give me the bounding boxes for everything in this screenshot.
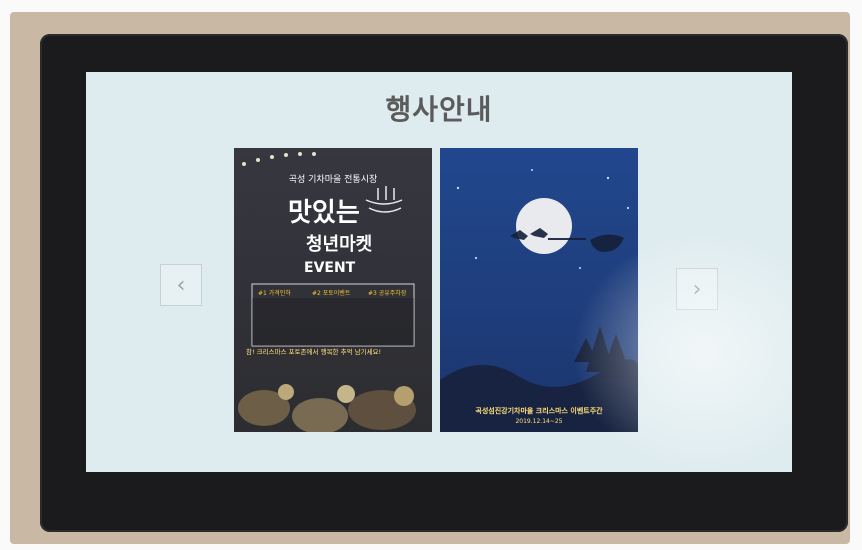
poster-christmas[interactable]: 곡성섬진강기차마을 크리스마스 이벤트주간 2019.12.14~25 (440, 148, 638, 432)
prev-button[interactable]: ‹ (160, 264, 202, 306)
poster-market-event-item-3: #3 공유주차장 (368, 290, 407, 297)
poster-market-top-text: 곡성 기차마을 전통시장 (288, 175, 378, 185)
poster-market-notice: 참! 크리스마스 포토존에서 행복한 추억 남기세요! (246, 348, 382, 356)
poster-market-headline-2: 청년마켓 (306, 234, 373, 255)
poster-market[interactable]: 곡성 기차마을 전통시장 맛있는 청년마켓 EVENT #1 가격인하 #2 포… (234, 148, 432, 432)
poster-christmas-art (440, 148, 638, 432)
poster-market-event-item-1: #1 가격인하 (258, 290, 291, 297)
page-title: 행사안내 (385, 93, 493, 126)
poster-christmas-caption: 곡성섬진강기차마을 크리스마스 이벤트주간 (475, 407, 603, 415)
poster-christmas-date: 2019.12.14~25 (515, 418, 563, 425)
poster-market-event-label: EVENT (304, 260, 356, 276)
next-button[interactable]: › (676, 268, 718, 310)
screen: 행사안내 ‹ › 곡성 기차마을 전통시장 맛있는 청년마켓 EVENT #1 … (86, 72, 792, 472)
chevron-left-icon: ‹ (176, 272, 186, 298)
poster-market-event-item-2: #2 포토이벤트 (312, 290, 351, 297)
chevron-right-icon: › (692, 276, 702, 302)
poster-market-headline-1: 맛있는 (288, 198, 360, 228)
